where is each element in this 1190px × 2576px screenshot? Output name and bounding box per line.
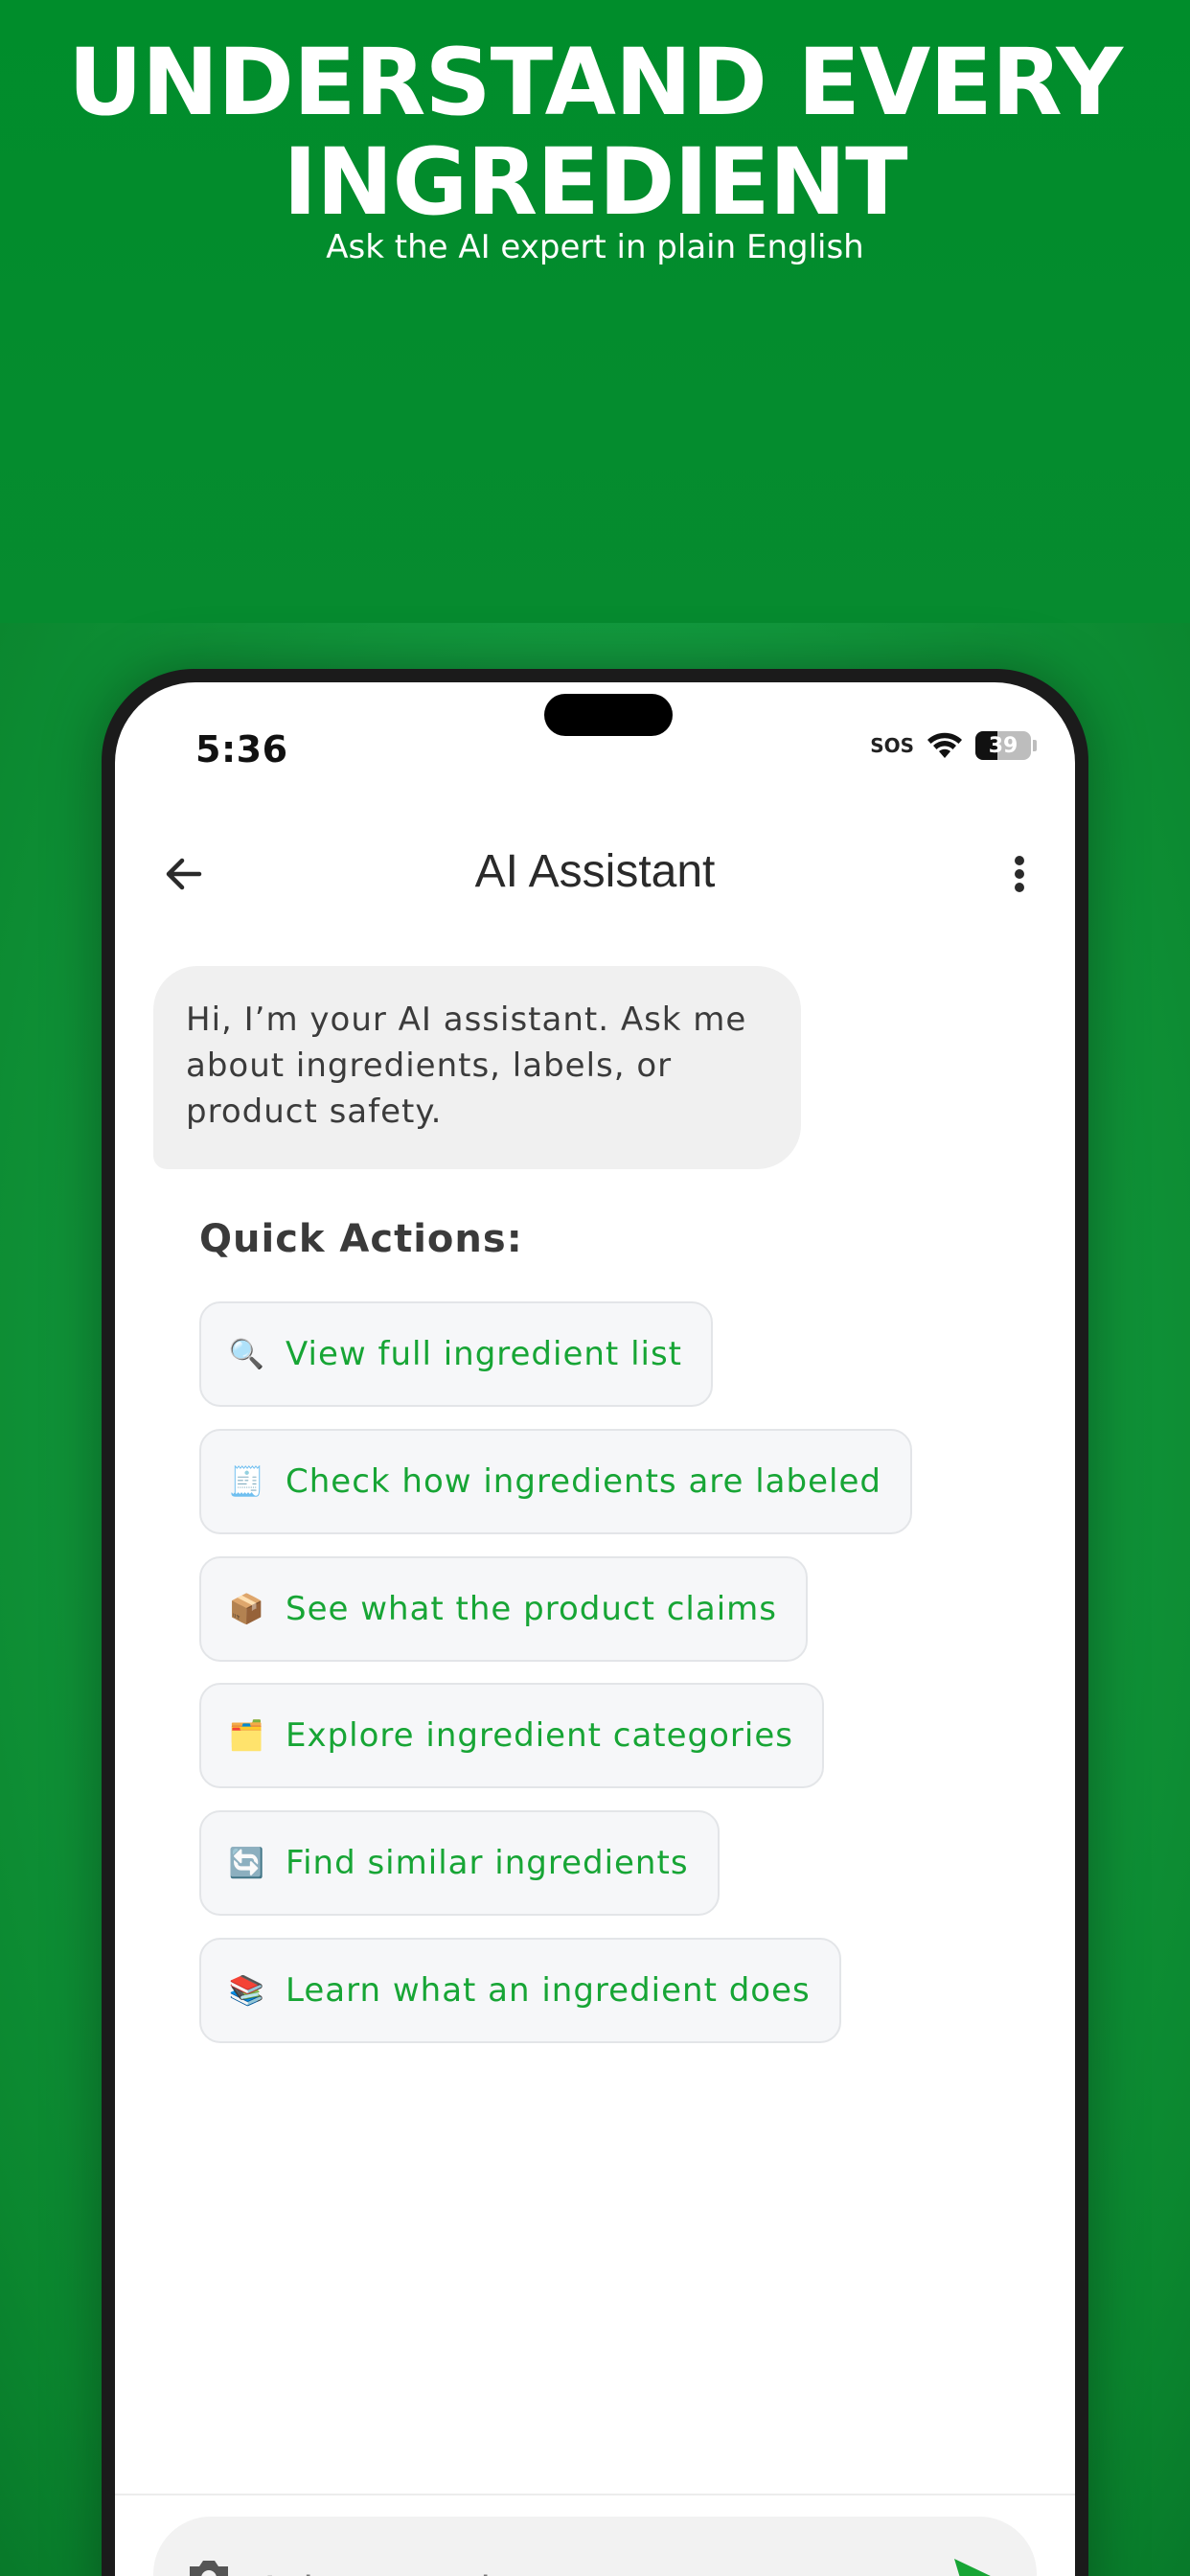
battery-icon: 39 — [975, 731, 1031, 760]
books-icon: 📚 — [228, 1973, 266, 2008]
quick-action-label: View full ingredient list — [286, 1335, 683, 1373]
quick-action-explore-categories[interactable]: 🗂️ Explore ingredient categories — [199, 1683, 824, 1788]
back-button[interactable] — [157, 847, 211, 901]
battery-level: 39 — [988, 733, 1018, 758]
promo-headline: UNDERSTAND EVERY INGREDIENT — [0, 33, 1190, 232]
quick-action-check-labels[interactable]: 🧾 Check how ingredients are labeled — [199, 1429, 912, 1534]
page-title: AI Assistant — [474, 846, 716, 897]
quick-action-label: Explore ingredient categories — [286, 1716, 793, 1755]
quick-action-find-similar[interactable]: 🔄 Find similar ingredients — [199, 1810, 720, 1916]
quick-action-learn-ingredient[interactable]: 📚 Learn what an ingredient does — [199, 1938, 841, 2043]
assistant-message-bubble: Hi, I’m your AI assistant. Ask me about … — [153, 966, 801, 1169]
battery-tip — [1033, 740, 1037, 751]
status-time: 5:36 — [195, 728, 288, 770]
receipt-icon: 🧾 — [228, 1464, 266, 1499]
quick-action-label: Check how ingredients are labeled — [286, 1462, 881, 1501]
quick-action-view-ingredients[interactable]: 🔍 View full ingredient list — [199, 1301, 714, 1407]
dynamic-island — [544, 694, 673, 736]
input-divider — [115, 2494, 1075, 2496]
quick-actions-title: Quick Actions: — [199, 1217, 523, 1261]
camera-button[interactable] — [182, 2549, 236, 2576]
package-icon: 📦 — [228, 1592, 266, 1626]
promo-subheadline: Ask the AI expert in plain English — [326, 228, 864, 266]
status-icons: SOS 39 — [870, 726, 1037, 765]
promo-headline-line2: INGREDIENT — [283, 128, 907, 236]
quick-action-product-claims[interactable]: 📦 See what the product claims — [199, 1556, 808, 1662]
phone-screen: 5:36 SOS 39 AI Assistant Hi, I’m your AI… — [115, 682, 1075, 2576]
quick-action-label: See what the product claims — [286, 1590, 777, 1628]
quick-action-label: Learn what an ingredient does — [286, 1971, 811, 2010]
refresh-icon: 🔄 — [228, 1846, 266, 1880]
app-bar: AI Assistant — [115, 826, 1075, 918]
sos-indicator: SOS — [870, 734, 914, 757]
quick-action-label: Find similar ingredients — [286, 1844, 689, 1882]
wifi-icon — [926, 731, 964, 760]
message-input-bar — [153, 2517, 1037, 2576]
send-button[interactable] — [949, 2553, 998, 2576]
more-vertical-icon — [1015, 856, 1024, 892]
message-input[interactable] — [257, 2517, 889, 2576]
card-index-dividers-icon: 🗂️ — [228, 1718, 266, 1753]
phone-frame: 5:36 SOS 39 AI Assistant Hi, I’m your AI… — [102, 669, 1088, 2576]
send-icon — [954, 2559, 991, 2576]
more-options-button[interactable] — [993, 847, 1046, 901]
promo-headline-line1: UNDERSTAND EVERY — [67, 29, 1123, 136]
magnifier-icon: 🔍 — [228, 1337, 266, 1371]
camera-icon — [190, 2561, 228, 2576]
arrow-left-icon — [166, 858, 202, 890]
